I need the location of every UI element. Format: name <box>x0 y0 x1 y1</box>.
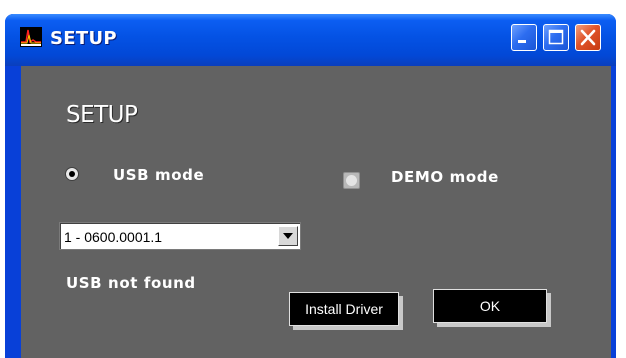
usb-mode-label[interactable]: USB mode <box>113 166 204 184</box>
demo-mode-label[interactable]: DEMO mode <box>391 168 499 186</box>
device-select[interactable]: 1 - 0600.0001.1 <box>59 222 301 250</box>
install-driver-button[interactable]: Install Driver <box>289 292 399 326</box>
title-bar[interactable]: SETUP <box>5 14 616 66</box>
close-button[interactable] <box>575 24 601 51</box>
usb-mode-radio[interactable] <box>65 167 79 181</box>
dropdown-button[interactable] <box>278 226 298 246</box>
minimize-button[interactable] <box>511 24 537 51</box>
device-select-value: 1 - 0600.0001.1 <box>64 229 163 245</box>
window-title: SETUP <box>50 28 117 49</box>
maximize-button[interactable] <box>543 24 569 51</box>
waveform-app-icon <box>20 27 42 47</box>
usb-status-text: USB not found <box>66 274 196 292</box>
setup-heading: SETUP <box>66 102 138 128</box>
ok-button[interactable]: OK <box>433 289 547 323</box>
demo-mode-radio[interactable] <box>343 172 360 189</box>
radio-selected-dot <box>69 171 75 177</box>
radio-unselected-circle <box>346 175 357 186</box>
